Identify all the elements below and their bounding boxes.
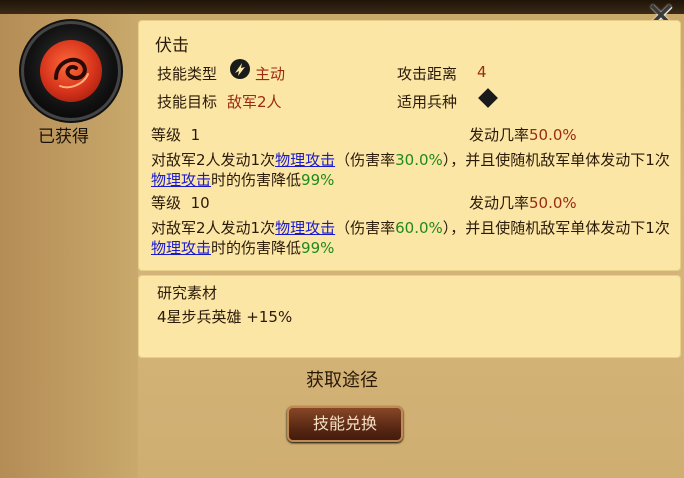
research-title: 研究素材	[157, 284, 218, 302]
level-label: 等级 10	[151, 194, 210, 212]
active-skill-icon	[230, 59, 250, 79]
level-description: 对敌军2人发动1次物理攻击（伤害率30.0%），并且使随机敌军单体发动下1次物理…	[151, 151, 670, 189]
window-top-border	[0, 0, 684, 14]
skill-emblem	[24, 24, 118, 118]
level-label: 等级 1	[151, 126, 201, 144]
skill-type-label: 技能类型	[157, 65, 218, 83]
skill-detail-window: ✕ 已获得 伏击 技能类型 主动 攻击距离 4 技能目标 敌军2人 适用兵种 等…	[0, 0, 684, 478]
research-item: 4星步兵英雄 +15%	[157, 308, 293, 326]
research-material-panel: 研究素材 4星步兵英雄 +15%	[138, 275, 681, 358]
level-description: 对敌军2人发动1次物理攻击（伤害率60.0%），并且使随机敌军单体发动下1次物理…	[151, 219, 670, 257]
swirl-icon	[54, 57, 89, 89]
skill-name: 伏击	[155, 36, 189, 56]
acquired-label: 已获得	[38, 127, 89, 147]
troop-type-label: 适用兵种	[397, 93, 458, 111]
skill-exchange-button[interactable]: 技能兑换	[287, 406, 403, 442]
physical-attack-link[interactable]: 物理攻击	[275, 151, 335, 169]
physical-attack-link[interactable]: 物理攻击	[151, 239, 211, 257]
physical-attack-link[interactable]: 物理攻击	[151, 171, 211, 189]
physical-attack-link[interactable]: 物理攻击	[275, 219, 335, 237]
skill-type-value: 主动	[255, 65, 286, 83]
level-value: 10	[190, 194, 210, 212]
trigger-rate: 发动几率50.0%	[469, 194, 577, 212]
level-value: 1	[190, 126, 201, 144]
skill-info-panel: 伏击 技能类型 主动 攻击距离 4 技能目标 敌军2人 适用兵种 等级 1 发动…	[138, 20, 681, 271]
attack-range-value: 4	[477, 63, 487, 81]
trigger-rate: 发动几率50.0%	[469, 126, 577, 144]
attack-range-label: 攻击距离	[397, 65, 458, 83]
acquire-title: 获取途径	[306, 370, 378, 391]
infantry-icon	[478, 88, 498, 108]
skill-target-label: 技能目标	[157, 93, 218, 111]
skill-target-value: 敌军2人	[227, 93, 282, 111]
